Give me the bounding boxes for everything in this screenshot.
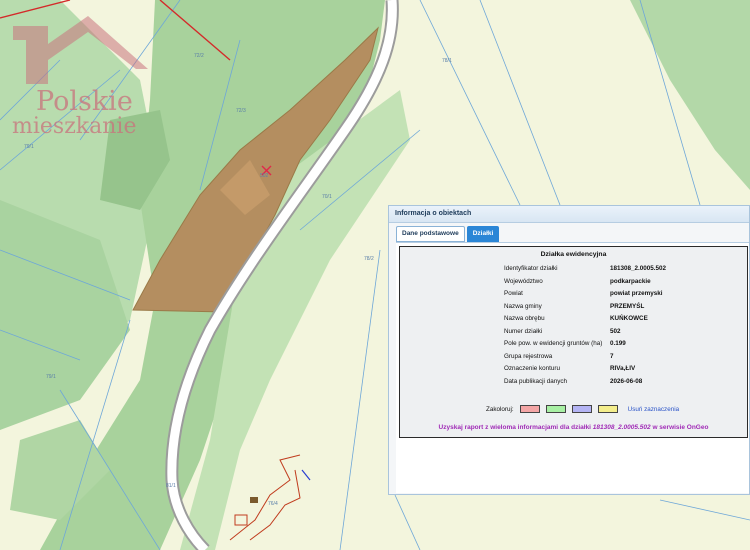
tab-basic-data[interactable]: Dane podstawowe — [396, 226, 465, 242]
parcel-label: 72/3 — [236, 108, 246, 114]
ongeo-report-link[interactable]: Uzyskaj raport z wieloma informacjami dl… — [400, 424, 747, 431]
panel-title: Informacja o obiektach — [389, 206, 749, 223]
parcel-label: 70/1 — [322, 194, 332, 200]
info-row: Województwo podkarpackie — [504, 277, 651, 285]
parcel-label: 79/1 — [24, 144, 34, 150]
color-swatch-red[interactable] — [519, 405, 540, 413]
parcel-label: 78/2 — [364, 256, 374, 262]
color-swatch-yellow[interactable] — [597, 405, 618, 413]
tab-parcels[interactable]: Działki — [466, 226, 500, 242]
info-row: Powiat powiat przemyski — [504, 290, 663, 297]
info-row: Oznaczenie konturu RIVa,ŁIV — [504, 365, 636, 372]
info-row: Identyfikator działki 181308_2.0005.502 — [504, 265, 667, 272]
parcel-info-header: Działka ewidencyjna — [540, 251, 607, 258]
info-row: Nazwa gminy PRZEMYŚL — [504, 302, 645, 310]
info-row: Pole pow. w ewidencji gruntów (ha) 0.199 — [504, 340, 626, 347]
clear-selection-link[interactable]: Usuń zaznaczenia — [628, 406, 679, 413]
info-row: Data publikacji danych 2026-06-08 — [504, 377, 643, 385]
parcel-label: 502 — [260, 173, 269, 179]
colorize-label: Zakoloruj: — [486, 405, 514, 413]
parcel-label: 76/4 — [268, 501, 278, 507]
parcel-label: 81/1 — [166, 483, 176, 489]
parcel-info-box: Działka ewidencyjna Identyfikator działk… — [399, 246, 748, 438]
colorize-controls: Zakoloruj: Usuń zaznaczenia — [486, 405, 679, 413]
parcel-label: 78/1 — [442, 58, 452, 64]
panel-content: Działka ewidencyjna Identyfikator działk… — [396, 242, 749, 493]
parcel-label: 72/2 — [194, 53, 204, 59]
parcel-label: 79/1 — [46, 374, 56, 380]
info-row: Grupa rejestrowa 7 — [504, 352, 614, 360]
info-row: Nazwa obrębu KUŃKOWCE — [504, 315, 648, 322]
panel-tabs: Dane podstawowe Działki — [396, 226, 500, 242]
color-swatch-green[interactable] — [545, 405, 566, 413]
info-row: Numer działki 502 — [504, 327, 621, 335]
object-info-panel[interactable]: Informacja o obiektach Dane podstawowe D… — [388, 205, 750, 495]
color-swatch-blue[interactable] — [571, 405, 592, 413]
